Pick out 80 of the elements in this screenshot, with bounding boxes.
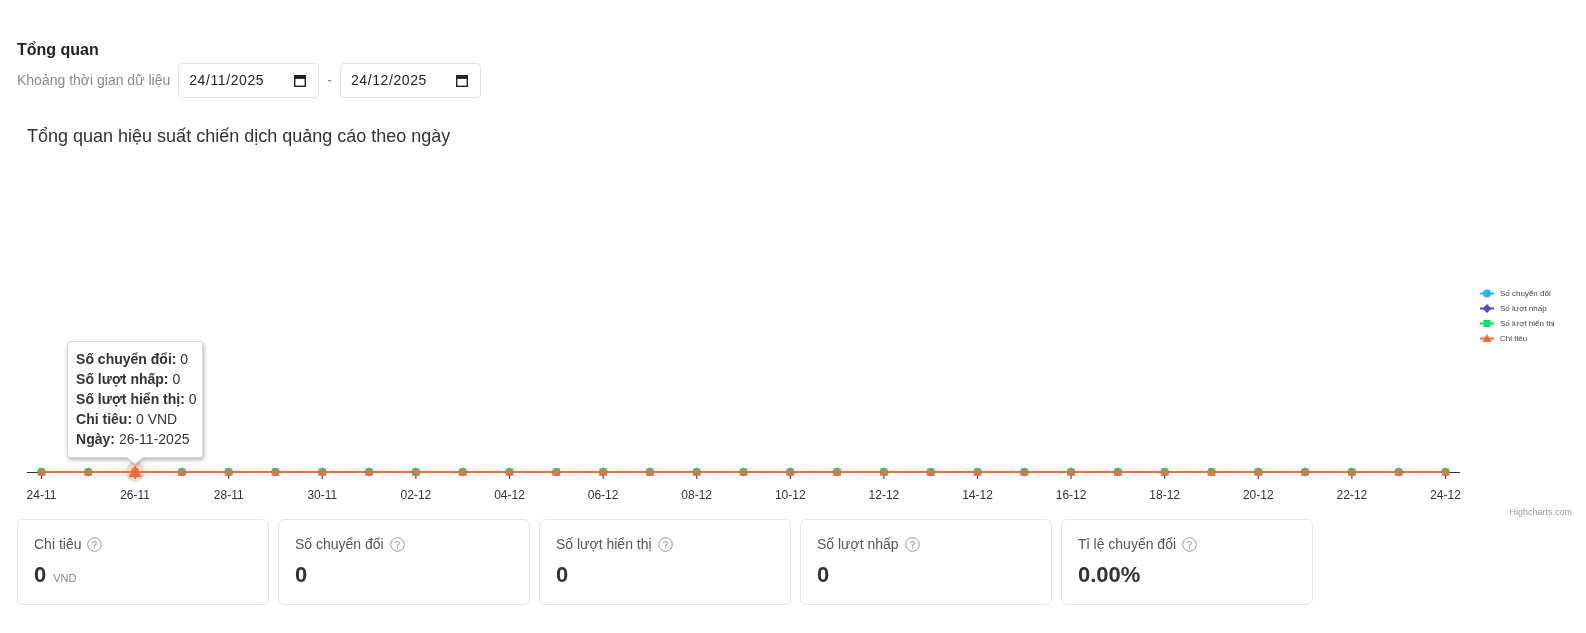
axis-label: 16-12 [1055, 488, 1087, 502]
data-point[interactable] [1113, 467, 1123, 477]
axis-label: 04-12 [494, 488, 525, 502]
data-point[interactable] [224, 467, 234, 477]
axis-label: 30-11 [307, 488, 338, 502]
data-point[interactable] [317, 467, 327, 477]
axis-label: 10-12 [774, 488, 806, 502]
data-point[interactable] [271, 467, 280, 477]
date-field[interactable]: 24/12/2025 [339, 63, 481, 98]
data-point[interactable] [1253, 467, 1263, 477]
stat-label: Số lượt hiển thị [556, 534, 652, 554]
data-point[interactable] [1394, 467, 1404, 477]
data-point[interactable] [458, 467, 468, 477]
calendar-icon[interactable] [455, 74, 468, 87]
axis-label: 18-12 [1149, 488, 1181, 502]
data-point[interactable] [1160, 467, 1170, 477]
page-title: Tổng quan [17, 40, 99, 60]
tooltip-line: Ngày: 26-11-2025 [76, 430, 191, 449]
stat-unit: VND [53, 571, 77, 586]
stat-label: Số chuyển đổi [295, 534, 384, 554]
data-point[interactable] [177, 467, 187, 477]
chart-title: Tổng quan hiệu suất chiến dịch quảng cáo theo ngày [27, 125, 451, 147]
data-point[interactable] [37, 467, 46, 477]
date-range-label: Khoảng thời gian dữ liệu [17, 71, 171, 90]
axis-label: 24-12 [1430, 488, 1461, 502]
data-point[interactable] [645, 467, 655, 477]
help-icon[interactable] [657, 536, 673, 552]
axis-label: 06-12 [587, 488, 619, 502]
tooltip-line: Số chuyển đổi: 0 [76, 350, 190, 369]
legend-item[interactable]: Số lượt nhấp [1480, 301, 1586, 316]
axis-label: 26-11 [120, 488, 150, 502]
range-separator: - [327, 71, 332, 90]
legend-item[interactable]: Chi tiêu [1480, 331, 1586, 346]
data-point[interactable] [1300, 467, 1310, 477]
calendar-icon[interactable] [294, 74, 307, 87]
data-point[interactable] [1019, 467, 1029, 477]
data-point[interactable] [1347, 467, 1357, 477]
axis-label: 08-12 [681, 488, 713, 502]
axis-label: 20-12 [1242, 488, 1274, 502]
data-point[interactable] [739, 467, 748, 477]
data-point[interactable] [692, 467, 702, 477]
stat-value: 0 [295, 563, 308, 587]
tooltip-line: Số lượt hiển thị: 0 [76, 390, 198, 409]
stat-value: 0 [34, 563, 47, 587]
data-point[interactable] [411, 467, 421, 477]
data-point[interactable] [364, 467, 374, 477]
help-icon[interactable] [389, 536, 405, 552]
legend-item[interactable]: Số lượt hiển thị [1480, 316, 1586, 331]
stat-label: Số lượt nhấp [817, 534, 899, 554]
data-point[interactable] [505, 467, 514, 477]
data-point[interactable] [598, 467, 608, 477]
data-point[interactable] [83, 467, 93, 477]
data-point[interactable] [973, 467, 982, 477]
stat-value: 0.00% [1078, 563, 1141, 587]
data-point[interactable] [879, 467, 889, 477]
axis-label: 22-12 [1336, 488, 1368, 502]
stat-label: Tỉ lệ chuyển đổi [1078, 534, 1177, 554]
tooltip-line: Chi tiêu: 0 VND [76, 410, 179, 429]
axis-label: 28-11 [213, 488, 244, 502]
data-point[interactable] [1207, 467, 1216, 477]
axis-label: 12-12 [868, 488, 900, 502]
data-point[interactable] [551, 467, 561, 477]
stat-label: Chi tiêu [34, 534, 82, 554]
stat-value: 0 [556, 563, 569, 587]
highlighted-data-point[interactable] [125, 462, 146, 482]
data-point[interactable] [1066, 467, 1076, 477]
axis-label: 14-12 [962, 488, 993, 502]
data-point[interactable] [832, 467, 842, 477]
axis-label: 02-12 [400, 488, 432, 502]
help-icon[interactable] [904, 536, 920, 552]
tooltip-line: Số lượt nhấp: 0 [76, 370, 182, 389]
data-point[interactable] [785, 467, 795, 477]
data-point[interactable] [1441, 467, 1450, 477]
legend-item[interactable]: Số chuyển đổi [1480, 286, 1586, 301]
date-field[interactable]: 24/11/2025 [178, 63, 320, 98]
help-icon[interactable] [87, 536, 103, 552]
data-point[interactable] [926, 467, 936, 477]
stat-value: 0 [817, 563, 830, 587]
axis-label: 24-11 [26, 488, 57, 502]
help-icon[interactable] [1182, 536, 1198, 552]
